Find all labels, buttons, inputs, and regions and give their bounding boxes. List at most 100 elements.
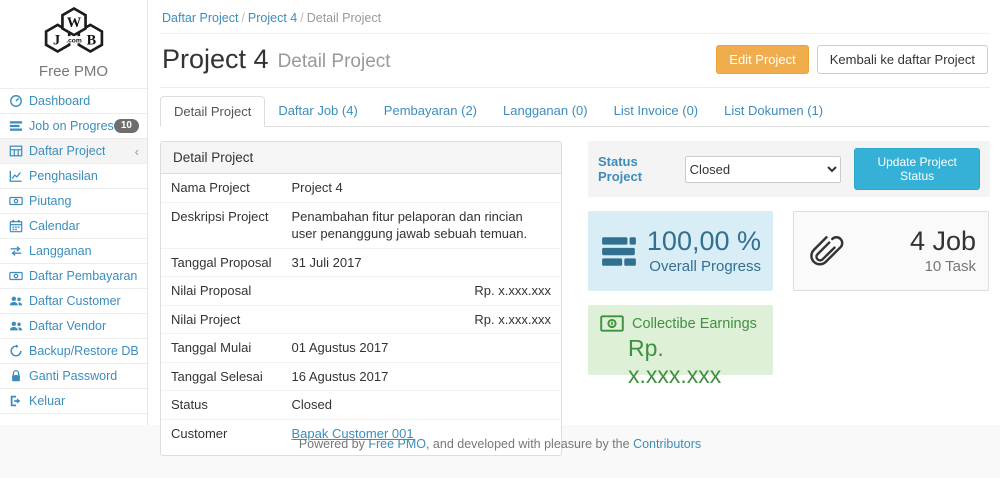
tab-langganan-0[interactable]: Langganan (0) <box>490 96 601 127</box>
sidebar-item-daftar-project[interactable]: Daftar Project ‹ <box>0 138 147 163</box>
status-select[interactable]: Closed <box>685 156 842 183</box>
sidebar-item-label: Dashboard <box>29 94 90 108</box>
sidebar-item-label: Piutang <box>29 194 71 208</box>
tab-pembayaran-2[interactable]: Pembayaran (2) <box>371 96 490 127</box>
detail-label: Status <box>161 391 281 420</box>
tab-list-invoice-0[interactable]: List Invoice (0) <box>601 96 712 127</box>
brand-name: Free PMO <box>0 61 147 88</box>
detail-row-nama-project: Nama ProjectProject 4 <box>161 174 561 202</box>
detail-label: Deskripsi Project <box>161 202 281 248</box>
tab-daftar-job-4[interactable]: Daftar Job (4) <box>265 96 370 127</box>
detail-row-tanggal-mulai: Tanggal Mulai01 Agustus 2017 <box>161 334 561 363</box>
earnings-value: Rp. x.xxx.xxx <box>628 335 761 389</box>
breadcrumb-item-project-4[interactable]: Project 4 <box>248 11 297 25</box>
chart-icon <box>9 169 24 183</box>
lock-icon <box>9 369 24 383</box>
users-icon <box>9 294 24 308</box>
sidebar-item-piutang[interactable]: Piutang <box>0 188 147 213</box>
detail-value: Closed <box>281 391 561 420</box>
dashboard-icon <box>9 94 24 108</box>
count-badge: 10 <box>114 119 139 133</box>
tab-label: Langganan (0) <box>490 96 601 125</box>
sidebar-item-label: Daftar Vendor <box>29 319 106 333</box>
paperclip-icon <box>806 232 848 270</box>
sidebar-item-label: Backup/Restore DB <box>29 344 139 358</box>
tab-label: List Dokumen (1) <box>711 96 836 125</box>
calendar-icon <box>9 219 24 233</box>
detail-row-tanggal-selesai: Tanggal Selesai16 Agustus 2017 <box>161 362 561 391</box>
sidebar-item-langganan[interactable]: Langganan <box>0 238 147 263</box>
detail-row-status: StatusClosed <box>161 391 561 420</box>
footer-text-middle: , and developed with pleasure by the <box>426 437 633 451</box>
money-bill-icon <box>600 315 624 332</box>
money-icon <box>9 269 24 283</box>
status-project-label: Status Project <box>598 154 676 184</box>
detail-value: Penambahan fitur pelaporan dan rincian u… <box>281 202 561 248</box>
chevron-left-icon: ‹ <box>135 145 139 158</box>
breadcrumb-separator: / <box>238 11 247 25</box>
detail-label: Tanggal Proposal <box>161 248 281 277</box>
detail-value: 16 Agustus 2017 <box>281 362 561 391</box>
contributors-link[interactable]: Contributors <box>633 437 701 451</box>
detail-row-nilai-project: Nilai ProjectRp. x.xxx.xxx <box>161 305 561 334</box>
sidebar-item-penghasilan[interactable]: Penghasilan <box>0 163 147 188</box>
sidebar-item-label: Langganan <box>29 244 92 258</box>
tab-bar: Detail ProjectDaftar Job (4)Pembayaran (… <box>160 96 990 127</box>
signout-icon <box>9 394 24 408</box>
sidebar-item-label: Daftar Customer <box>29 294 121 308</box>
tasks-icon <box>9 119 24 133</box>
sidebar-item-daftar-customer[interactable]: Daftar Customer <box>0 288 147 313</box>
sidebar-item-calendar[interactable]: Calendar <box>0 213 147 238</box>
sidebar-item-label: Daftar Pembayaran <box>29 269 137 283</box>
detail-project-panel: Detail Project Nama ProjectProject 4Desk… <box>160 141 562 456</box>
tab-detail-project[interactable]: Detail Project <box>160 96 265 127</box>
update-project-status-button[interactable]: Update Project Status <box>854 148 980 190</box>
detail-row-nilai-proposal: Nilai ProposalRp. x.xxx.xxx <box>161 277 561 306</box>
sidebar-item-backup-restore-db[interactable]: Backup/Restore DB <box>0 338 147 363</box>
page-title: Project 4 <box>162 44 269 75</box>
overall-progress-box: 100,00 % Overall Progress <box>588 211 773 291</box>
sidebar-item-job-on-progress[interactable]: Job on Progress10 <box>0 113 147 138</box>
detail-row-tanggal-proposal: Tanggal Proposal31 Juli 2017 <box>161 248 561 277</box>
breadcrumb-separator: / <box>297 11 306 25</box>
breadcrumb-item-detail-project: Detail Project <box>307 11 381 25</box>
sidebar-item-label: Daftar Project <box>29 144 105 158</box>
sidebar-item-label: Ganti Password <box>29 369 117 383</box>
job-count-value: 4 Job <box>910 227 976 257</box>
retweet-icon <box>9 244 24 258</box>
overall-progress-caption: Overall Progress <box>647 258 761 275</box>
sidebar-item-label: Calendar <box>29 219 80 233</box>
right-column: Status Project Closed Update Project Sta… <box>588 141 990 456</box>
detail-label: Customer <box>161 419 281 447</box>
collectible-earnings-box: Collectibe Earnings Rp. x.xxx.xxx <box>588 305 773 375</box>
overall-progress-value: 100,00 % <box>647 227 761 257</box>
detail-table-body: Nama ProjectProject 4Deskripsi ProjectPe… <box>161 174 561 447</box>
sidebar-item-ganti-password[interactable]: Ganti Password <box>0 363 147 388</box>
page-header: Project 4 Detail Project Edit Project Ke… <box>160 34 990 88</box>
tab-label: Detail Project <box>160 96 265 127</box>
detail-row-deskripsi-project: Deskripsi ProjectPenambahan fitur pelapo… <box>161 202 561 248</box>
sidebar-item-dashboard[interactable]: Dashboard <box>0 88 147 113</box>
sidebar-item-keluar[interactable]: Keluar <box>0 388 147 414</box>
sidebar: W J B .com Free PMO Dashboard Job on Prog… <box>0 0 148 425</box>
logo-letter-j: J <box>53 32 60 48</box>
sidebar-item-label: Penghasilan <box>29 169 98 183</box>
tab-label: List Invoice (0) <box>601 96 712 125</box>
refresh-icon <box>9 344 24 358</box>
breadcrumb-item-daftar-project[interactable]: Daftar Project <box>162 11 238 25</box>
back-to-project-list-button[interactable]: Kembali ke daftar Project <box>817 45 988 74</box>
tab-list-dokumen-1[interactable]: List Dokumen (1) <box>711 96 836 127</box>
brand-logo: W J B .com <box>0 0 147 61</box>
sidebar-item-label: Keluar <box>29 394 65 408</box>
detail-label: Nama Project <box>161 174 281 202</box>
free-pmo-link[interactable]: Free PMO <box>368 437 426 451</box>
progress-bars-icon <box>600 232 642 270</box>
logo-letter-b: B <box>86 32 96 48</box>
breadcrumb: Daftar Project/Project 4/Detail Project <box>160 0 990 34</box>
sidebar-item-daftar-pembayaran[interactable]: Daftar Pembayaran <box>0 263 147 288</box>
main-content: Daftar Project/Project 4/Detail Project … <box>148 0 1000 425</box>
sidebar-item-daftar-vendor[interactable]: Daftar Vendor <box>0 313 147 338</box>
page-subtitle: Detail Project <box>278 46 391 73</box>
edit-project-button[interactable]: Edit Project <box>716 45 808 74</box>
detail-label: Nilai Proposal <box>161 277 281 306</box>
